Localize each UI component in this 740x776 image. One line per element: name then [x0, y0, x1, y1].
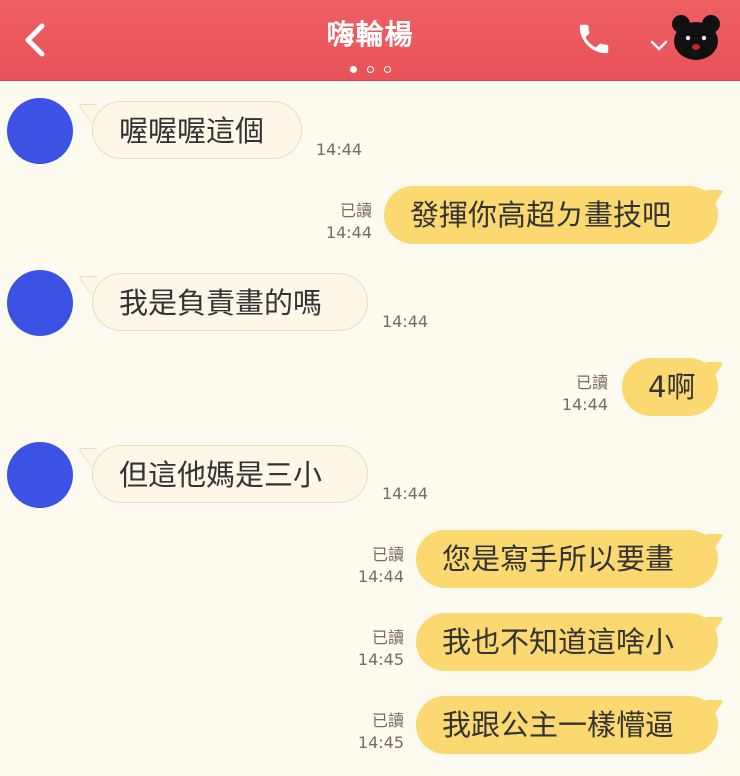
incoming-message-bubble[interactable]: 喔喔喔這個	[92, 101, 302, 159]
page-dot	[383, 66, 391, 73]
bear-avatar-icon[interactable]	[668, 12, 724, 62]
chat-header: 嗨輪楊	[0, 0, 740, 81]
contact-avatar[interactable]	[7, 270, 73, 336]
contact-avatar[interactable]	[7, 98, 73, 164]
message-time: 14:44	[357, 567, 404, 586]
read-receipt: 已讀	[339, 201, 372, 220]
message-time: 14:45	[357, 650, 404, 669]
outgoing-message-bubble[interactable]: 我也不知道這啥小	[416, 613, 718, 671]
chevron-down-icon[interactable]	[650, 38, 668, 52]
page-indicator	[0, 58, 740, 77]
read-receipt: 已讀	[575, 373, 608, 392]
incoming-message-bubble[interactable]: 我是負責畫的嗎	[92, 273, 368, 331]
contact-avatar[interactable]	[7, 442, 73, 508]
phone-icon[interactable]	[575, 20, 613, 58]
message-time: 14:44	[382, 484, 429, 503]
message-time: 14:44	[382, 312, 429, 331]
page-dot	[349, 66, 357, 73]
message-meta: 已讀 14:44	[344, 544, 404, 588]
message-meta: 已讀 14:45	[344, 710, 404, 754]
outgoing-message-bubble[interactable]: 您是寫手所以要畫	[416, 530, 718, 588]
outgoing-message-bubble[interactable]: 發揮你高超ㄉ畫技吧	[384, 186, 718, 244]
message-time: 14:45	[357, 733, 404, 752]
outgoing-message-bubble[interactable]: 4啊	[622, 358, 718, 416]
page-dot	[366, 66, 374, 73]
read-receipt: 已讀	[371, 628, 404, 647]
message-time: 14:44	[316, 140, 363, 159]
incoming-message-bubble[interactable]: 但這他媽是三小	[92, 445, 368, 503]
message-meta: 已讀 14:44	[548, 372, 608, 416]
chat-title: 嗨輪楊	[326, 18, 414, 51]
message-time: 14:44	[325, 223, 372, 242]
message-time: 14:44	[561, 395, 608, 414]
message-meta: 已讀 14:45	[344, 627, 404, 671]
message-meta: 已讀 14:44	[312, 200, 372, 244]
read-receipt: 已讀	[371, 711, 404, 730]
outgoing-message-bubble[interactable]: 我跟公主一樣懵逼	[416, 696, 718, 754]
read-receipt: 已讀	[371, 545, 404, 564]
